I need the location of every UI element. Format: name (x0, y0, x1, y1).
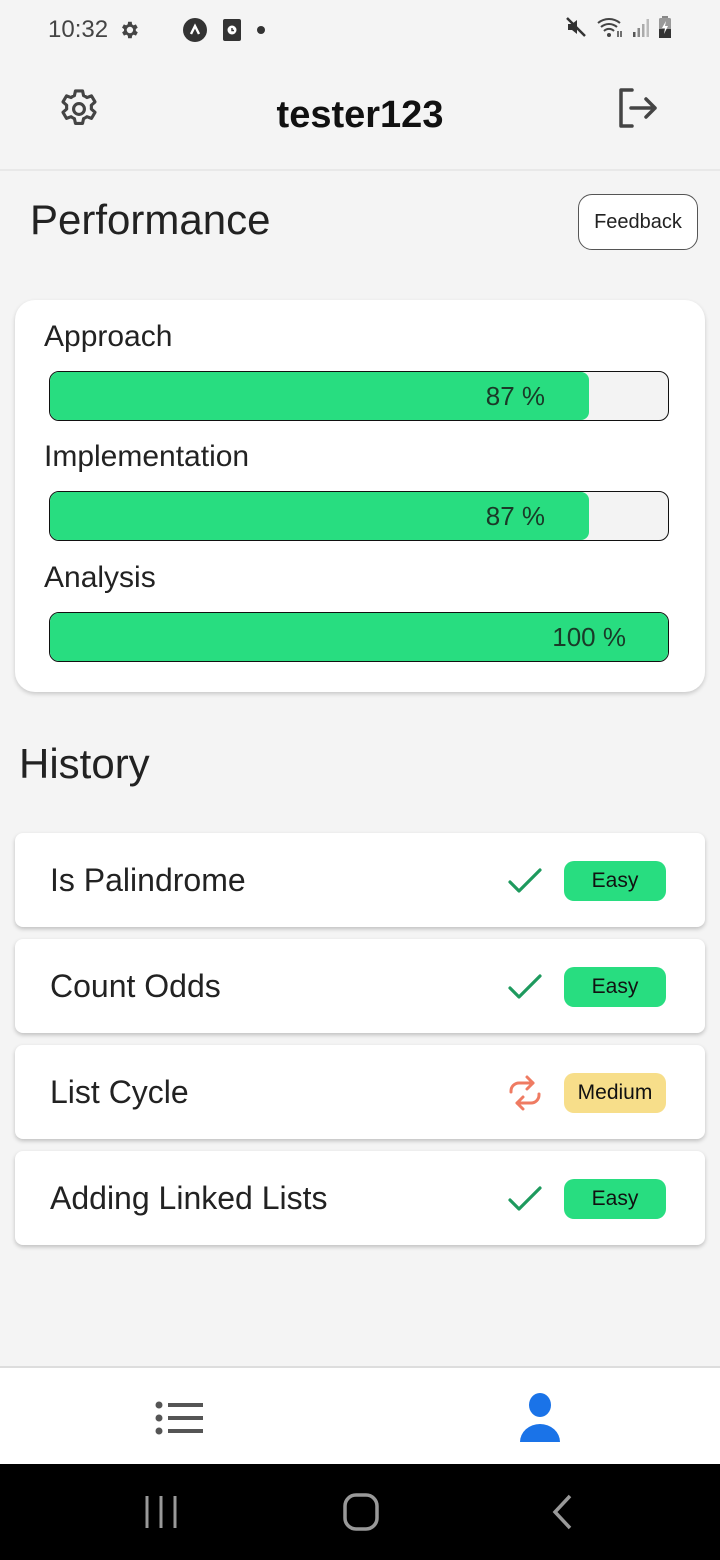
signal-icon (632, 16, 650, 45)
clock-app-icon (222, 18, 242, 42)
dot-icon (256, 25, 266, 35)
history-item[interactable]: Count Odds Easy (15, 939, 705, 1033)
difficulty-badge: Medium (564, 1073, 666, 1113)
metric-label-approach: Approach (44, 320, 173, 353)
app-a-icon (182, 17, 208, 43)
app-header: tester123 (0, 60, 720, 171)
status-time: 10:32 (48, 16, 109, 43)
back-button[interactable] (550, 1492, 576, 1537)
performance-card: Approach 87 % Implementation 87 % Analys… (15, 300, 705, 692)
progress-percent: 100 % (552, 621, 626, 652)
list-icon (155, 1401, 203, 1435)
difficulty-badge: Easy (564, 967, 666, 1007)
history-title: History (19, 740, 150, 787)
history-item[interactable]: Adding Linked Lists Easy (15, 1151, 705, 1245)
progress-bar-implementation: 87 % (49, 491, 669, 541)
progress-percent: 87 % (485, 380, 545, 411)
difficulty-badge: Easy (564, 861, 666, 901)
home-button[interactable] (342, 1492, 380, 1537)
metric-label-implementation: Implementation (44, 440, 250, 473)
home-icon (343, 1493, 379, 1531)
system-navigation-bar (0, 1464, 720, 1560)
battery-charging-icon (658, 15, 672, 46)
status-bar: 10:32 (0, 0, 720, 60)
person-icon (520, 1393, 560, 1442)
bottom-navigation (0, 1366, 720, 1464)
nav-tab-profile[interactable] (512, 1392, 568, 1444)
progress-bar-approach: 87 % (49, 371, 669, 421)
recent-apps-button[interactable] (144, 1492, 178, 1537)
problem-name: Adding Linked Lists (50, 1179, 328, 1216)
settings-icon (118, 19, 140, 41)
performance-title: Performance (30, 196, 271, 243)
difficulty-badge: Easy (564, 1179, 666, 1219)
metric-label-analysis: Analysis (44, 561, 156, 594)
retry-icon (505, 1073, 545, 1113)
progress-bar-analysis: 100 % (49, 612, 669, 662)
check-icon (505, 967, 545, 1007)
history-item[interactable]: List Cycle Medium (15, 1045, 705, 1139)
feedback-button[interactable]: Feedback (578, 194, 698, 250)
logout-icon[interactable] (612, 84, 660, 132)
problem-name: Is Palindrome (50, 861, 246, 898)
back-icon (552, 1494, 572, 1530)
progress-percent: 87 % (485, 500, 545, 531)
problem-name: Count Odds (50, 967, 221, 1004)
check-icon (505, 861, 545, 901)
nav-tab-problems[interactable] (150, 1396, 210, 1440)
problem-name: List Cycle (50, 1073, 189, 1110)
check-icon (505, 1179, 545, 1219)
history-item[interactable]: Is Palindrome Easy (15, 833, 705, 927)
mute-icon (564, 15, 588, 46)
wifi-icon (596, 15, 624, 46)
recent-apps-icon (145, 1496, 177, 1528)
